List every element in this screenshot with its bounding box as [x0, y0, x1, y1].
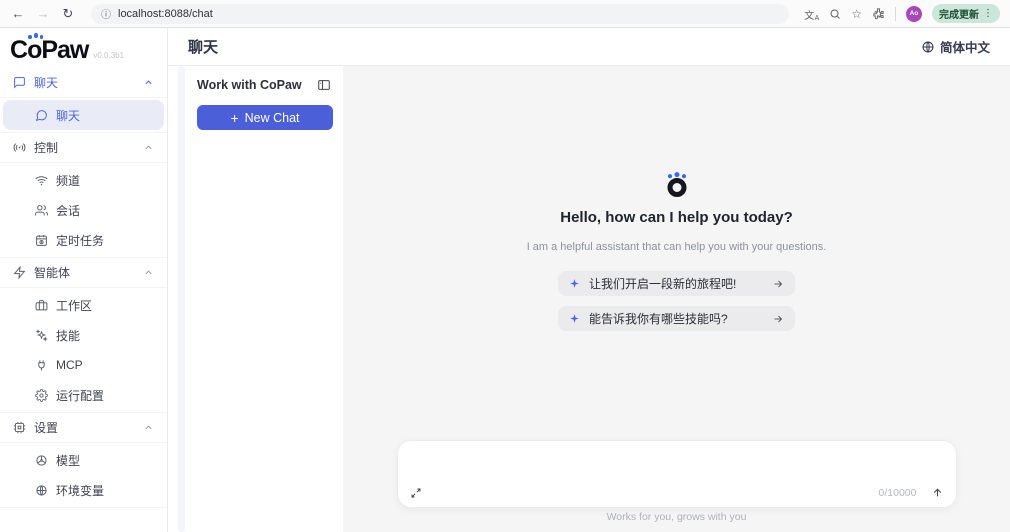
calendar-clock-icon	[36, 234, 47, 246]
chrome-update-button[interactable]: 完成更新 ⋮	[932, 4, 1000, 23]
browser-menu-icon[interactable]: ⋮	[983, 8, 993, 19]
paw-logo-icon	[667, 172, 686, 197]
panel-toggle-icon[interactable]	[317, 78, 331, 92]
chat-list-panel: Work with CoPaw + New Chat	[168, 66, 343, 532]
bookmark-star-icon[interactable]: ☆	[851, 7, 862, 21]
sidebar-group-chat[interactable]: 聊天	[0, 68, 167, 98]
panel-title: Work with CoPaw	[197, 78, 302, 92]
users-icon	[35, 204, 48, 215]
new-chat-button[interactable]: + New Chat	[197, 105, 333, 130]
browser-actions: 文 A ☆ Ao 完成更新 ⋮	[804, 4, 1000, 23]
page-title: 聊天	[188, 39, 219, 56]
tagline: Works for you, grows with you	[606, 511, 747, 523]
chat-bubble-icon	[35, 109, 47, 121]
sidebar-item-workspace[interactable]: 工作区	[0, 290, 167, 320]
sidebar-group-settings[interactable]: 设置	[0, 413, 167, 443]
sparkles-icon	[35, 328, 48, 342]
cpu-icon	[13, 421, 26, 434]
browser-forward-icon[interactable]: →	[35, 6, 51, 21]
language-switcher[interactable]: 简体中文	[921, 37, 990, 56]
arrow-right-icon	[774, 315, 783, 322]
paw-dots-icon	[28, 33, 44, 39]
globe-icon	[922, 41, 934, 52]
sidebar-item-skills[interactable]: 技能	[0, 320, 167, 350]
chat-square-icon	[14, 77, 25, 89]
sidebar-group-control[interactable]: 控制	[0, 133, 167, 163]
zap-icon	[13, 266, 26, 279]
sparkle-icon	[570, 279, 579, 288]
sidebar-nav: 聊天 聊天 控制 频道 会话 定时任务 智能体 工作区 技能 MCP 运行配置 …	[0, 68, 167, 508]
expand-icon[interactable]	[410, 487, 422, 499]
plus-icon: +	[230, 109, 239, 126]
sidebar-item-run-config[interactable]: 运行配置	[0, 380, 167, 410]
radio-icon	[13, 143, 26, 152]
chevron-up-icon	[145, 145, 152, 150]
suggestion-button[interactable]: 让我们开启一段新的旅程吧!	[558, 271, 795, 296]
greeting-title: Hello, how can I help you today?	[560, 209, 793, 226]
chevron-up-icon	[145, 80, 152, 85]
extensions-icon[interactable]	[872, 7, 885, 20]
browser-back-icon[interactable]: ←	[10, 6, 26, 21]
greeting-subtitle: I am a helpful assistant that can help y…	[526, 241, 827, 253]
app-logo: Co Paw v0.0.3b1	[0, 28, 167, 68]
send-button[interactable]	[931, 486, 944, 499]
app-window: Co Paw v0.0.3b1 聊天 聊天 控制 频道 会话 定时任务 智能体 …	[0, 28, 1010, 532]
profile-avatar[interactable]: Ao	[906, 5, 922, 22]
chat-area: Hello, how can I help you today? I am a …	[343, 66, 1010, 532]
browser-toolbar: ← → ↻ ⓘ localhost:8088/chat 文 A ☆ Ao 完成更…	[0, 0, 1010, 28]
sidebar-item-sessions[interactable]: 会话	[0, 195, 167, 225]
gear-icon	[35, 388, 48, 402]
briefcase-icon	[35, 299, 48, 310]
plug-icon	[38, 359, 45, 370]
sparkle-icon	[570, 314, 579, 323]
helm-icon	[36, 454, 47, 466]
sidebar-item-mcp[interactable]: MCP	[0, 350, 167, 380]
message-composer: 0/10000	[396, 440, 957, 508]
sidebar-item-env-vars[interactable]: 环境变量	[0, 475, 167, 505]
version-label: v0.0.3b1	[93, 51, 125, 60]
arrow-right-icon	[774, 280, 783, 287]
page-header: 聊天 简体中文	[168, 28, 1010, 66]
suggestion-list: 让我们开启一段新的旅程吧! 能告诉我你有哪些技能吗?	[558, 271, 795, 331]
sidebar: Co Paw v0.0.3b1 聊天 聊天 控制 频道 会话 定时任务 智能体 …	[0, 28, 168, 532]
welcome-block: Hello, how can I help you today? I am a …	[343, 170, 1010, 331]
site-info-icon[interactable]: ⓘ	[101, 6, 111, 21]
char-counter: 0/10000	[878, 486, 917, 499]
chevron-up-icon	[145, 270, 152, 275]
chevron-up-icon	[145, 425, 152, 430]
zoom-icon[interactable]	[829, 8, 841, 20]
sidebar-item-models[interactable]: 模型	[0, 445, 167, 475]
suggestion-button[interactable]: 能告诉我你有哪些技能吗?	[558, 306, 795, 331]
sidebar-group-agents[interactable]: 智能体	[0, 258, 167, 288]
address-bar[interactable]: ⓘ localhost:8088/chat	[91, 3, 790, 24]
sidebar-item-channels[interactable]: 频道	[0, 165, 167, 195]
message-input[interactable]	[411, 449, 942, 479]
globe-icon	[36, 484, 47, 496]
toolbar-divider	[895, 6, 896, 21]
panel-scrollbar[interactable]	[178, 66, 185, 532]
sidebar-item-chat[interactable]: 聊天	[3, 100, 164, 130]
url-text: localhost:8088/chat	[118, 7, 213, 20]
sidebar-item-scheduled-tasks[interactable]: 定时任务	[0, 225, 167, 255]
browser-reload-icon[interactable]: ↻	[60, 6, 76, 22]
wifi-icon	[35, 175, 48, 185]
translate-icon[interactable]: 文 A	[804, 7, 819, 22]
